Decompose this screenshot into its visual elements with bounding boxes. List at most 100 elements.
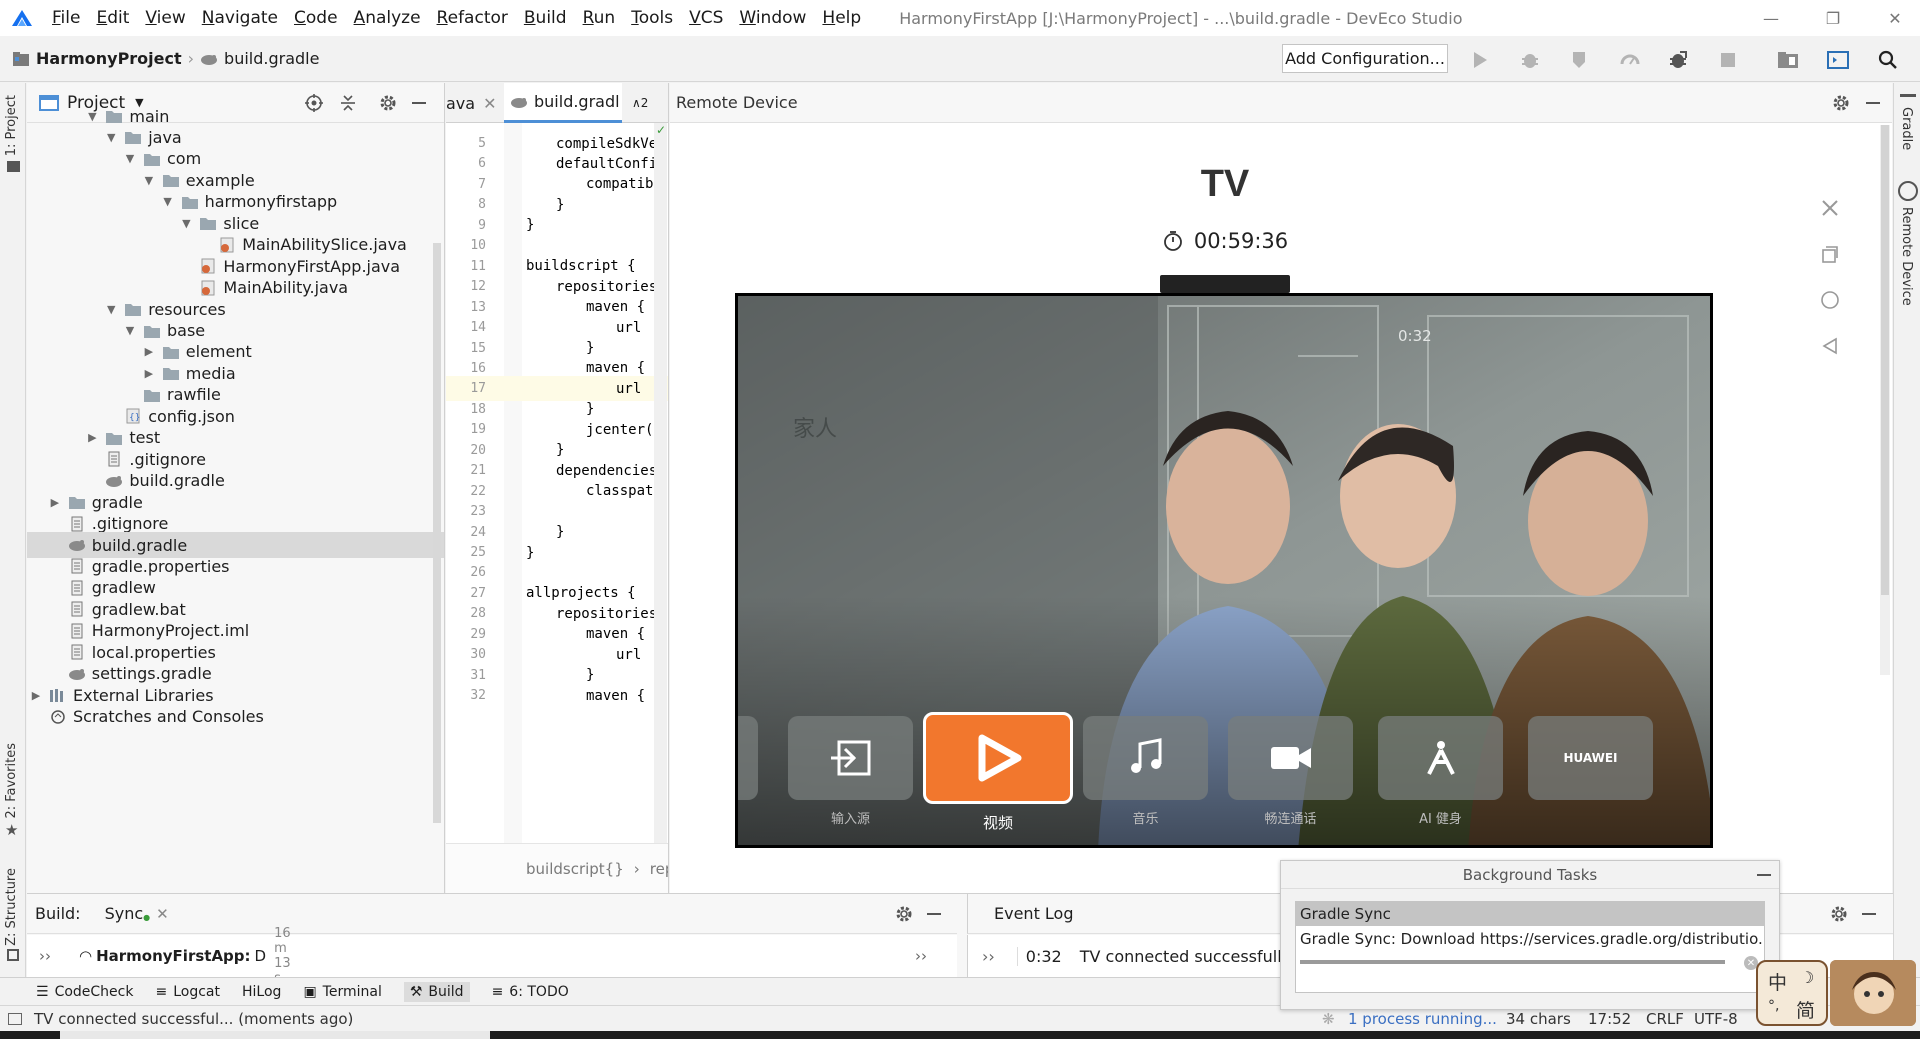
- editor-tab-java[interactable]: ava ✕: [446, 83, 496, 123]
- device-manager-icon[interactable]: [1826, 48, 1850, 72]
- app-tile[interactable]: [923, 712, 1073, 804]
- ime-widget[interactable]: 中 ☽ °, 简: [1756, 960, 1920, 1030]
- minimize-popup-icon[interactable]: [1757, 874, 1771, 876]
- menu-item[interactable]: Build: [516, 8, 575, 28]
- minimize-button[interactable]: —: [1746, 0, 1796, 36]
- menu-item[interactable]: Navigate: [194, 8, 286, 28]
- home-icon[interactable]: [1815, 285, 1845, 315]
- app-tile[interactable]: [738, 716, 758, 800]
- breadcrumb-project[interactable]: HarmonyProject: [36, 49, 182, 68]
- menu-item[interactable]: View: [137, 8, 193, 28]
- chevron-down-icon[interactable]: ▼: [104, 131, 118, 144]
- recent-apps-icon[interactable]: [1815, 239, 1845, 269]
- profile-icon[interactable]: [1618, 48, 1642, 72]
- structure-tool-tab[interactable]: Z: Structure: [4, 868, 19, 946]
- debug-icon[interactable]: [1518, 48, 1542, 72]
- project-tool-tab[interactable]: 1: Project: [4, 95, 19, 156]
- menu-item[interactable]: Code: [286, 8, 346, 28]
- chevron-right-icon[interactable]: ▶: [48, 496, 62, 509]
- coverage-icon[interactable]: [1568, 48, 1592, 72]
- chevron-right-icon[interactable]: ▶: [29, 689, 43, 702]
- add-configuration-button[interactable]: Add Configuration...: [1282, 44, 1448, 73]
- tool-window-button[interactable]: ≡ Logcat: [155, 984, 220, 1000]
- caret-position[interactable]: 17:52: [1588, 1010, 1631, 1028]
- chevron-down-icon[interactable]: ▼: [85, 110, 99, 123]
- remote-device-tool-tab[interactable]: Remote Device: [1899, 207, 1914, 306]
- close-tab-icon[interactable]: ✕: [483, 94, 496, 113]
- menu-item[interactable]: Tools: [623, 8, 681, 28]
- tool-window-button[interactable]: ☰ CodeCheck: [36, 984, 133, 1000]
- menu-item[interactable]: Analyze: [346, 8, 429, 28]
- tool-window-button[interactable]: ▣ Terminal: [303, 984, 381, 1000]
- project-structure-icon[interactable]: [1776, 48, 1800, 72]
- tree-item[interactable]: Scratches and Consoles: [27, 704, 444, 730]
- ime-mode[interactable]: 中: [1768, 968, 1787, 995]
- back-icon[interactable]: [1815, 331, 1845, 361]
- hide-panel-icon[interactable]: [1866, 102, 1880, 104]
- gear-icon[interactable]: [1832, 94, 1850, 112]
- editor-scrollbar[interactable]: ✓: [654, 123, 667, 843]
- stop-icon[interactable]: [1716, 48, 1740, 72]
- chevron-right-icon[interactable]: ▶: [142, 367, 156, 380]
- attach-debugger-icon[interactable]: [1666, 48, 1690, 72]
- app-tile[interactable]: [1378, 716, 1503, 800]
- chevron-down-icon[interactable]: ▼: [161, 195, 175, 208]
- ime-charset[interactable]: 简: [1796, 996, 1815, 1023]
- app-tile[interactable]: HUAWEI: [1528, 716, 1653, 800]
- ime-punct-icon[interactable]: °,: [1768, 998, 1779, 1014]
- breadcrumb-repositories[interactable]: rep: [650, 860, 668, 878]
- chevron-down-icon[interactable]: ▼: [142, 174, 156, 187]
- tool-window-button[interactable]: HiLog: [242, 984, 281, 1000]
- menu-item[interactable]: VCS: [681, 8, 731, 28]
- hide-panel-icon[interactable]: [1862, 913, 1876, 915]
- status-window-icon[interactable]: [8, 1012, 22, 1025]
- ime-toolbar[interactable]: 中 ☽ °, 简: [1756, 960, 1828, 1026]
- chevron-down-icon[interactable]: ▼: [123, 324, 137, 337]
- code-line[interactable]: 32 maven {: [446, 683, 668, 708]
- chevron-right-icon[interactable]: ▶: [85, 431, 99, 444]
- close-window-button[interactable]: ✕: [1870, 0, 1920, 36]
- close-tab-icon[interactable]: ✕: [156, 905, 169, 923]
- expand-icon[interactable]: ››: [915, 947, 927, 965]
- menu-item[interactable]: Window: [731, 8, 814, 28]
- menu-item[interactable]: File: [44, 8, 88, 28]
- menu-item[interactable]: Run: [575, 8, 624, 28]
- remote-scroll-thumb[interactable]: [1881, 125, 1889, 595]
- search-everywhere-icon[interactable]: [1876, 48, 1900, 72]
- remote-scrollbar[interactable]: [1880, 125, 1890, 675]
- breadcrumb-file[interactable]: build.gradle: [224, 49, 319, 68]
- menu-item[interactable]: Edit: [88, 8, 137, 28]
- favorites-tool-tab[interactable]: 2: Favorites: [4, 743, 19, 819]
- app-tile[interactable]: [788, 716, 913, 800]
- run-icon[interactable]: [1468, 48, 1492, 72]
- app-tile[interactable]: [1083, 716, 1208, 800]
- file-encoding[interactable]: UTF-8: [1694, 1010, 1738, 1028]
- app-tile[interactable]: [1228, 716, 1353, 800]
- process-running-link[interactable]: 1 process running...: [1348, 1010, 1497, 1028]
- chevron-right-icon[interactable]: ▶: [142, 345, 156, 358]
- tab-overflow-button[interactable]: ∧2: [632, 83, 648, 123]
- restore-button[interactable]: ❐: [1808, 0, 1858, 36]
- build-output-row[interactable]: ›› ◠ HarmonyFirstApp: D 16 m 13 s ››: [27, 926, 957, 986]
- expand-icon[interactable]: ››: [39, 947, 51, 965]
- status-message[interactable]: TV connected successful... (moments ago): [34, 1010, 353, 1028]
- menu-item[interactable]: Help: [814, 8, 869, 28]
- expand-icon[interactable]: ››: [982, 947, 995, 966]
- gear-icon[interactable]: [895, 905, 913, 923]
- chevron-down-icon[interactable]: ▼: [104, 303, 118, 316]
- breadcrumb-buildscript[interactable]: buildscript{}: [526, 860, 624, 878]
- tool-window-button[interactable]: ≡ 6: TODO: [492, 984, 569, 1000]
- hide-panel-icon[interactable]: [927, 913, 941, 915]
- tab-sync[interactable]: Sync: [105, 904, 144, 923]
- editor-tab-build-gradle[interactable]: build.gradl: [504, 83, 622, 123]
- project-scrollbar[interactable]: [433, 243, 441, 823]
- close-icon[interactable]: [1815, 193, 1845, 223]
- tv-screen[interactable]: 0:32 家人 输入源 视频 音乐 畅连通话 AI 健身 HUAWEI: [735, 293, 1713, 848]
- line-separator[interactable]: CRLF: [1646, 1010, 1684, 1028]
- chevron-down-icon[interactable]: ▼: [179, 217, 193, 230]
- menu-item[interactable]: Refactor: [429, 8, 516, 28]
- gear-icon[interactable]: [1830, 905, 1848, 923]
- chevron-down-icon[interactable]: ▼: [123, 152, 137, 165]
- tool-window-button[interactable]: ⚒ Build: [403, 981, 470, 1002]
- gradle-tool-tab[interactable]: Gradle: [1899, 107, 1914, 150]
